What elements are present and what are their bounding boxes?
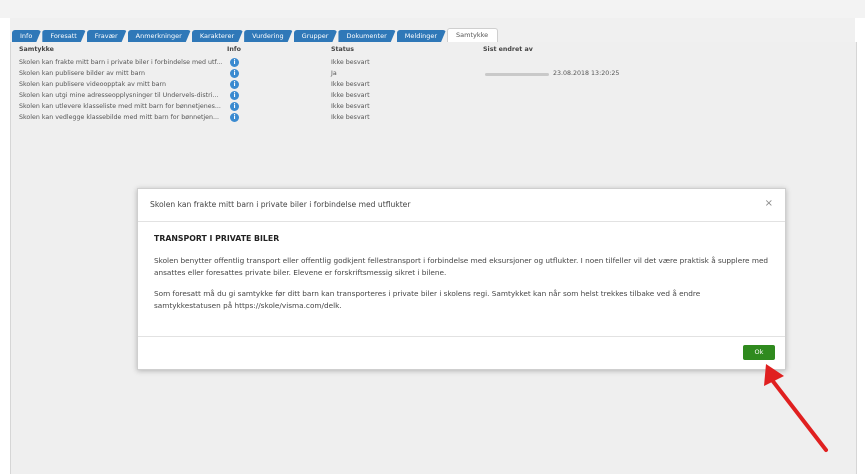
close-icon[interactable]: ×: [765, 198, 773, 209]
status-cell: Ikke besvart: [331, 103, 370, 110]
last-changed-cell: 23.08.2018 13:20:25: [553, 70, 620, 77]
tab-foresatt[interactable]: Foresatt: [42, 30, 85, 42]
consent-info-modal: Skolen kan frakte mitt barn i private bi…: [137, 188, 786, 370]
info-icon[interactable]: i: [230, 102, 239, 111]
tab-vurdering[interactable]: Vurdering: [244, 30, 293, 42]
header-status[interactable]: Status: [331, 46, 354, 53]
tab-list: Info Foresatt Fravær Anmerkninger Karakt…: [12, 28, 499, 42]
info-icon[interactable]: i: [230, 91, 239, 100]
header-info[interactable]: Info: [227, 46, 241, 53]
modal-header: Skolen kan frakte mitt barn i private bi…: [138, 189, 785, 222]
tab-info[interactable]: Info: [12, 30, 41, 42]
modal-body: TRANSPORT I PRIVATE BILER Skolen benytte…: [154, 233, 769, 321]
tab-grupper[interactable]: Grupper: [294, 30, 338, 42]
info-icon[interactable]: i: [230, 58, 239, 67]
modal-paragraph-2: Som foresatt må du gi samtykke før ditt …: [154, 289, 701, 310]
info-icon[interactable]: i: [230, 80, 239, 89]
ok-button[interactable]: Ok: [743, 345, 775, 360]
status-cell: Ikke besvart: [331, 92, 370, 99]
consent-cell[interactable]: Skolen kan publisere bilder av mitt barn: [19, 70, 145, 77]
modal-heading: TRANSPORT I PRIVATE BILER: [154, 234, 280, 243]
tab-fravaer[interactable]: Fravær: [87, 30, 127, 42]
tab-meldinger[interactable]: Meldinger: [397, 30, 446, 42]
top-band: [0, 0, 865, 18]
modal-paragraph-1: Skolen benytter offentlig transport elle…: [154, 256, 769, 277]
tab-samtykke[interactable]: Samtykke: [447, 28, 499, 42]
consent-cell[interactable]: Skolen kan frakte mitt barn i private bi…: [19, 59, 222, 66]
redacted-user-name: [485, 73, 549, 76]
modal-footer: Ok: [138, 336, 785, 369]
header-consent[interactable]: Samtykke: [19, 46, 54, 53]
header-last-changed[interactable]: Sist endret av: [483, 46, 533, 53]
consent-cell[interactable]: Skolen kan utlevere klasseliste med mitt…: [19, 103, 221, 110]
tab-anmerkninger[interactable]: Anmerkninger: [128, 30, 191, 42]
info-icon[interactable]: i: [230, 113, 239, 122]
tab-karakterer[interactable]: Karakterer: [192, 30, 243, 42]
status-cell: Ikke besvart: [331, 81, 370, 88]
tab-dokumenter[interactable]: Dokumenter: [338, 30, 395, 42]
consent-cell[interactable]: Skolen kan vedlegge klassebilde med mitt…: [19, 114, 219, 121]
info-icon[interactable]: i: [230, 69, 239, 78]
status-cell: Ikke besvart: [331, 59, 370, 66]
consent-cell[interactable]: Skolen kan publisere videoopptak av mitt…: [19, 81, 166, 88]
status-cell: Ja: [331, 70, 337, 77]
consent-cell[interactable]: Skolen kan utgi mine adresseopplysninger…: [19, 92, 218, 99]
modal-title: Skolen kan frakte mitt barn i private bi…: [150, 200, 411, 209]
status-cell: Ikke besvart: [331, 114, 370, 121]
